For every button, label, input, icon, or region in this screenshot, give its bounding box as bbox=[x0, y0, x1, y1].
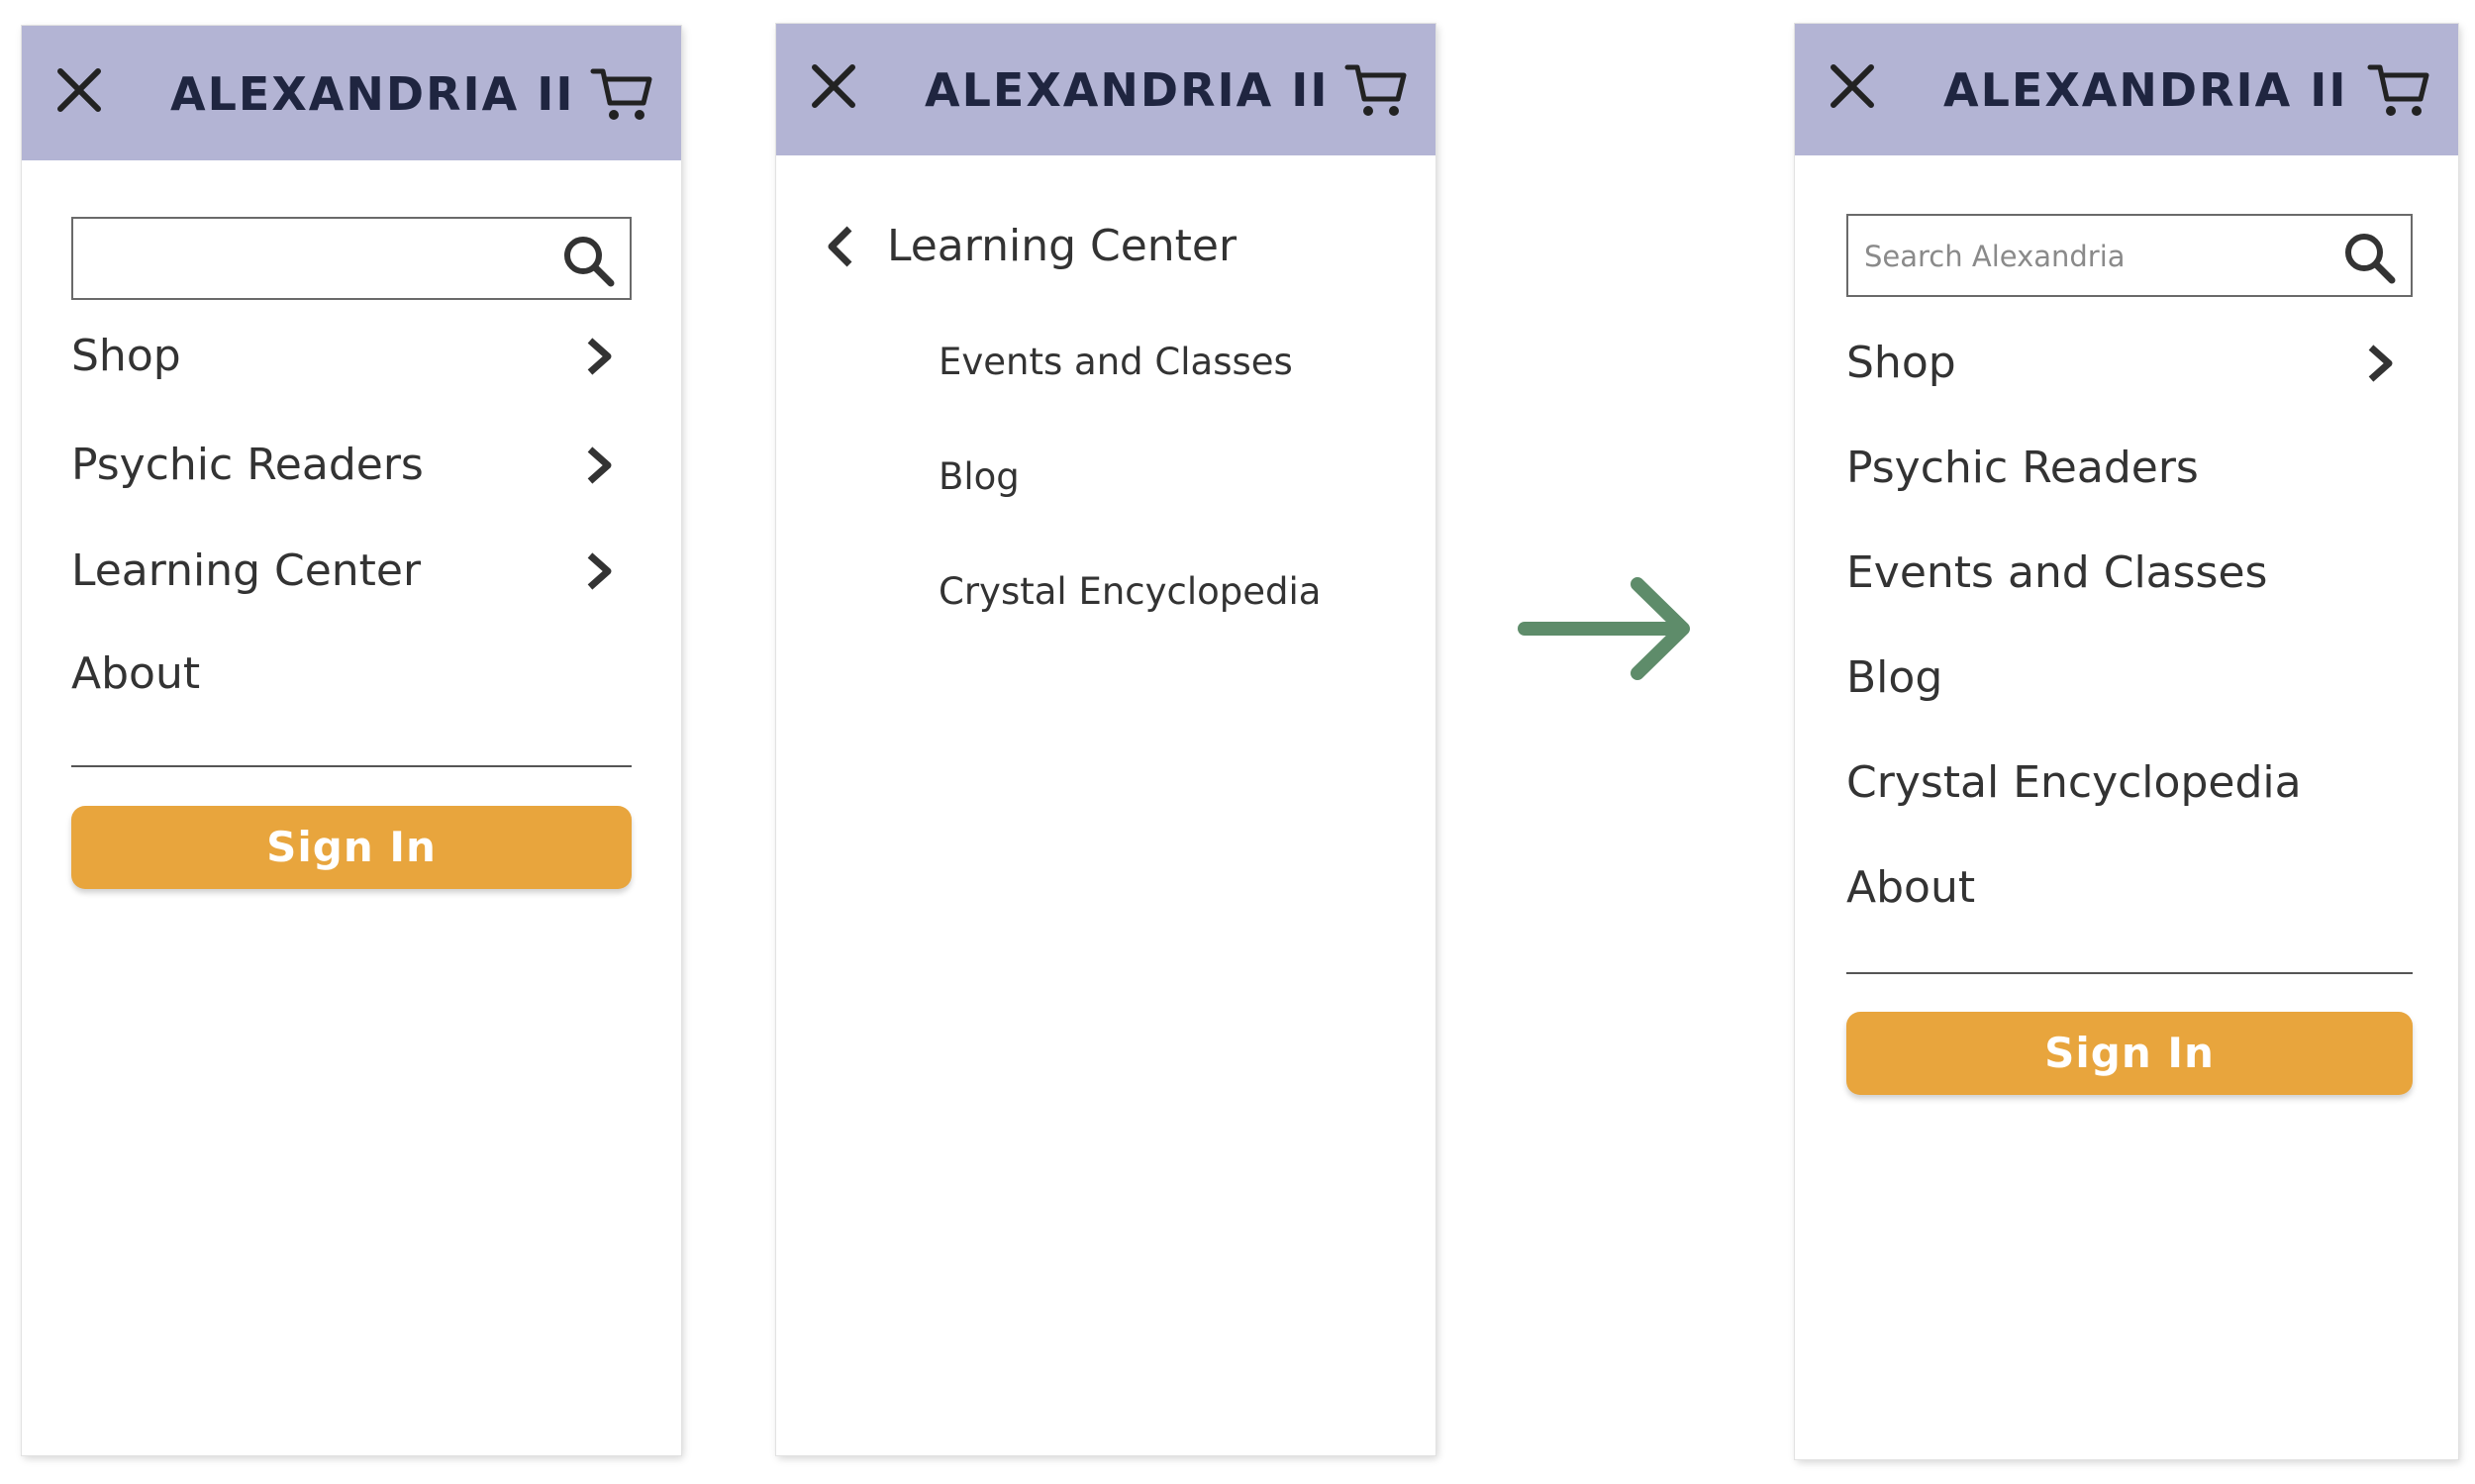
brand-title: ALEXANDRIA II bbox=[1943, 63, 2348, 117]
chevron-right-icon bbox=[587, 446, 612, 484]
nav-item-label: Learning Center bbox=[71, 545, 422, 596]
menu-divider bbox=[71, 765, 632, 767]
sign-in-button[interactable]: Sign In bbox=[71, 806, 632, 889]
menu-panel-original: ALEXANDRIA II Shop Psychic Readers Learn… bbox=[22, 26, 681, 1455]
chevron-right-icon bbox=[2368, 345, 2393, 382]
cart-icon[interactable] bbox=[2367, 59, 2430, 119]
nav-item-label: About bbox=[1846, 862, 1976, 913]
sign-in-button[interactable]: Sign In bbox=[1846, 1012, 2413, 1095]
cart-icon[interactable] bbox=[1344, 59, 1408, 119]
nav-item-learning-center[interactable]: Learning Center bbox=[71, 537, 632, 606]
chevron-left-icon bbox=[828, 226, 852, 267]
chevron-right-icon bbox=[587, 338, 612, 375]
nav-item-label: Psychic Readers bbox=[1846, 443, 2199, 493]
close-icon[interactable] bbox=[54, 65, 104, 115]
nav-item-shop[interactable]: Shop bbox=[71, 322, 632, 391]
search-field[interactable] bbox=[71, 217, 632, 300]
menu-header: ALEXANDRIA II bbox=[776, 24, 1436, 155]
cart-icon[interactable] bbox=[590, 63, 653, 123]
search-input[interactable] bbox=[87, 219, 556, 300]
search-input[interactable] bbox=[1862, 216, 2331, 297]
brand-title: ALEXANDRIA II bbox=[170, 67, 575, 121]
chevron-right-icon bbox=[587, 552, 612, 590]
menu-header: ALEXANDRIA II bbox=[1795, 24, 2458, 155]
nav-item-psychic-readers[interactable]: Psychic Readers bbox=[71, 431, 632, 500]
nav-item-about[interactable]: About bbox=[71, 640, 632, 709]
nav-item-label: Blog bbox=[1846, 652, 1943, 703]
nav-item-label: Crystal Encyclopedia bbox=[1846, 757, 2302, 808]
search-field[interactable] bbox=[1846, 214, 2413, 297]
close-icon[interactable] bbox=[1828, 61, 1877, 111]
close-icon[interactable] bbox=[809, 61, 858, 111]
nav-item-label: Shop bbox=[71, 331, 181, 381]
nav-item-label: Psychic Readers bbox=[71, 440, 424, 490]
nav-item-crystal-encyclopedia[interactable]: Crystal Encyclopedia bbox=[1846, 748, 2407, 818]
back-button[interactable]: Learning Center bbox=[826, 212, 1380, 281]
nav-item-about[interactable]: About bbox=[1846, 853, 2407, 923]
back-label: Learning Center bbox=[887, 221, 1238, 271]
nav-item-psychic-readers[interactable]: Psychic Readers bbox=[1846, 434, 2407, 503]
nav-item-label: Shop bbox=[1846, 338, 1956, 388]
submenu-item-events-and-classes[interactable]: Events and Classes bbox=[939, 333, 1293, 392]
search-icon[interactable] bbox=[2341, 230, 2397, 285]
submenu-item-blog[interactable]: Blog bbox=[939, 447, 1020, 507]
search-icon[interactable] bbox=[560, 233, 616, 288]
menu-divider bbox=[1846, 972, 2413, 974]
menu-panel-submenu: ALEXANDRIA II Learning Center Events and… bbox=[776, 24, 1436, 1455]
nav-item-events-and-classes[interactable]: Events and Classes bbox=[1846, 539, 2407, 608]
nav-item-label: Events and Classes bbox=[1846, 547, 2268, 598]
brand-title: ALEXANDRIA II bbox=[925, 63, 1330, 117]
menu-header: ALEXANDRIA II bbox=[22, 26, 681, 160]
nav-item-label: About bbox=[71, 648, 201, 699]
submenu-item-crystal-encyclopedia[interactable]: Crystal Encyclopedia bbox=[939, 562, 1321, 622]
nav-item-shop[interactable]: Shop bbox=[1846, 329, 2413, 398]
arrow-right-icon bbox=[1518, 577, 1690, 680]
nav-item-blog[interactable]: Blog bbox=[1846, 643, 2407, 713]
menu-panel-redesign: ALEXANDRIA II Shop Psychic Readers Event… bbox=[1795, 24, 2458, 1459]
